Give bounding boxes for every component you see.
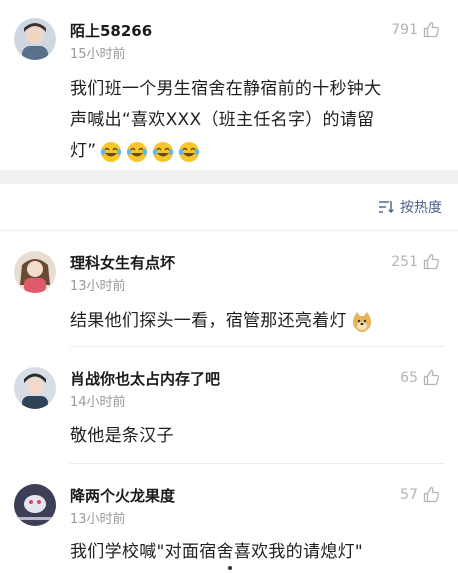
- comment-text-line: 声喊出“喜欢XXX（班主任名字）的请留: [70, 110, 375, 130]
- like-button[interactable]: 791: [391, 21, 440, 38]
- comment-item: 陌上58266 15小时前 791 我们班一个男生宿舍在静宿前的十秒钟大 声喊出…: [0, 0, 458, 170]
- comment-text: 我们班一个男生宿舍在静宿前的十秒钟大 声喊出“喜欢XXX（班主任名字）的请留 灯…: [70, 74, 450, 167]
- sort-label: 按热度: [400, 200, 442, 216]
- comment-text-line: 我们班一个男生宿舍在静宿前的十秒钟大: [70, 79, 382, 99]
- like-count: 791: [391, 21, 418, 38]
- avatar[interactable]: [14, 18, 56, 60]
- divider: [0, 230, 458, 231]
- avatar[interactable]: [14, 251, 56, 293]
- like-button[interactable]: 65: [400, 369, 440, 386]
- scroll-indicator-dot: [228, 566, 232, 570]
- thumbs-up-icon: [423, 21, 440, 38]
- comment-text: 敬他是条汉子: [70, 426, 174, 446]
- laughing-tears-emoji: [178, 141, 200, 163]
- comment-text-segment: 灯”: [70, 141, 97, 161]
- thumbs-up-icon: [423, 253, 440, 270]
- timestamp: 13小时前: [70, 279, 126, 294]
- avatar[interactable]: [14, 484, 56, 526]
- timestamp: 15小时前: [70, 47, 126, 62]
- divider: [70, 463, 444, 464]
- laughing-tears-emoji: [152, 141, 174, 163]
- thumbs-up-icon: [423, 486, 440, 503]
- sort-by-hot-button[interactable]: 按热度: [378, 197, 442, 217]
- timestamp: 13小时前: [70, 512, 126, 527]
- username[interactable]: 理科女生有点坏: [70, 252, 175, 273]
- like-count: 251: [391, 253, 418, 270]
- comment-text: 我们学校喊"对面宿舍喜欢我的请熄灯": [70, 542, 364, 562]
- username[interactable]: 降两个火龙果度: [70, 485, 175, 506]
- laughing-tears-emoji: [100, 141, 122, 163]
- like-count: 57: [400, 486, 418, 503]
- username[interactable]: 肖战你也太占内存了吧: [70, 368, 220, 389]
- comment-text: 结果他们探头一看，宿管那还亮着灯: [70, 306, 373, 337]
- doge-emoji: [351, 311, 373, 333]
- section-divider: [0, 170, 458, 184]
- like-count: 65: [400, 369, 418, 386]
- sort-lines-icon: [378, 200, 394, 214]
- timestamp: 14小时前: [70, 395, 126, 410]
- like-button[interactable]: 57: [400, 486, 440, 503]
- username[interactable]: 陌上58266: [70, 20, 152, 41]
- comment-text-segment: 结果他们探头一看，宿管那还亮着灯: [70, 311, 347, 331]
- comment-text-line: 灯”: [70, 136, 450, 167]
- divider: [70, 346, 444, 347]
- like-button[interactable]: 251: [391, 253, 440, 270]
- avatar[interactable]: [14, 367, 56, 409]
- laughing-tears-emoji: [126, 141, 148, 163]
- thumbs-up-icon: [423, 369, 440, 386]
